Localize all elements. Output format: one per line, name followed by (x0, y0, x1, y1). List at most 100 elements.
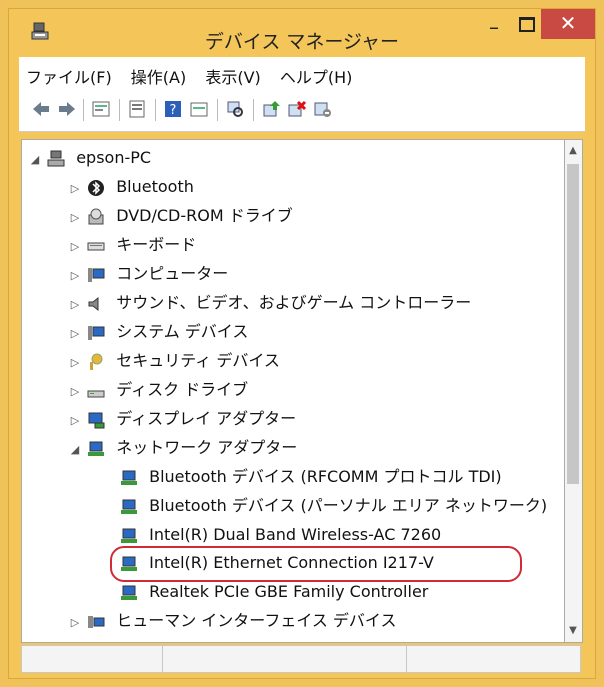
toolbar-separator (253, 99, 254, 121)
tree-item-label: コンピューター (116, 264, 229, 283)
update-driver-icon[interactable] (261, 99, 281, 119)
status-bar (21, 645, 581, 673)
network-adapter-realtek[interactable]: Realtek PCIe GBE Family Controller (120, 578, 428, 606)
network-adapter-icon (121, 528, 137, 543)
menu-view[interactable]: 表示(V) (198, 57, 267, 95)
network-adapter-icon (121, 585, 137, 600)
vertical-scrollbar[interactable]: ▲ ▼ (565, 139, 583, 643)
security-key-icon (90, 353, 103, 370)
tree-item-display[interactable]: ▷ ディスプレイ アダプター (68, 405, 296, 433)
toolbar: ? (19, 91, 585, 132)
disable-icon[interactable] (313, 99, 333, 119)
tree-item-label: ヒューマン インターフェイス デバイス (116, 611, 397, 630)
expand-icon[interactable]: ▷ (68, 407, 82, 435)
hid-icon (88, 615, 105, 628)
expand-icon[interactable]: ▷ (68, 204, 82, 232)
network-adapter-icon (88, 441, 105, 456)
display-adapter-icon (88, 412, 105, 428)
expand-icon[interactable]: ▷ (68, 291, 82, 319)
network-adapter-ethernet-intel[interactable]: Intel(R) Ethernet Connection I217-V (120, 549, 434, 577)
menu-action[interactable]: 操作(A) (124, 57, 193, 95)
network-adapter-icon (121, 470, 137, 485)
tree-item-bluetooth[interactable]: ▷ Bluetooth (68, 173, 194, 201)
minimize-button[interactable]: – (479, 15, 509, 45)
expand-icon[interactable]: ▷ (68, 609, 82, 637)
properties-icon[interactable] (91, 99, 111, 119)
window-frame: デバイス マネージャー – ✕ ファイル(F) 操作(A) 表示(V) ヘルプ(… (8, 8, 596, 679)
scrollbar-thumb[interactable] (567, 164, 579, 484)
maximize-icon (519, 17, 535, 32)
tree-root-label: epson-PC (76, 148, 152, 167)
title-bar[interactable]: デバイス マネージャー – ✕ (9, 9, 595, 57)
tree-item-label: Bluetooth デバイス (パーソナル エリア ネットワーク) (149, 496, 548, 515)
scroll-up-icon[interactable]: ▲ (568, 146, 578, 156)
expand-icon[interactable]: ▷ (68, 262, 82, 290)
toolbar-separator (217, 99, 218, 121)
dvd-drive-icon (88, 208, 104, 224)
tree-item-label: サウンド、ビデオ、およびゲーム コントローラー (116, 293, 472, 312)
uninstall-icon[interactable] (287, 99, 307, 119)
keyboard-icon (87, 242, 105, 250)
close-button[interactable]: ✕ (541, 9, 595, 39)
tree-item-label: ディスプレイ アダプター (116, 409, 297, 428)
tree-item-system[interactable]: ▷ システム デバイス (68, 318, 249, 348)
tree-item-label: ネットワーク アダプター (116, 438, 298, 457)
system-device-icon (88, 325, 105, 340)
collapse-icon[interactable]: ◢ (28, 146, 42, 174)
show-hidden-icon[interactable] (189, 99, 209, 119)
expand-icon[interactable]: ▷ (68, 175, 82, 203)
tree-item-label: キーボード (116, 235, 197, 254)
toolbar-separator (119, 99, 120, 121)
tree-item-label: Bluetooth (116, 177, 194, 196)
speaker-icon (88, 296, 99, 311)
collapse-icon[interactable]: ◢ (68, 436, 82, 464)
expand-icon[interactable]: ▷ (68, 320, 82, 348)
tree-item-label: システム デバイス (116, 322, 249, 341)
tree-item-hid[interactable]: ▷ ヒューマン インターフェイス デバイス (68, 607, 397, 637)
back-icon[interactable] (31, 99, 51, 119)
expand-icon[interactable]: ▷ (68, 233, 82, 261)
menu-bar: ファイル(F) 操作(A) 表示(V) ヘルプ(H) (19, 57, 585, 92)
scan-icon[interactable] (225, 99, 245, 119)
help-icon[interactable]: ? (163, 99, 183, 119)
tree-item-label: ディスク ドライブ (116, 380, 249, 399)
network-adapter-icon (121, 556, 137, 571)
device-tree[interactable]: ◢ epson-PC ▷ Bluetooth ▷ DVD/CD-ROM ドライブ… (21, 139, 565, 643)
maximize-button[interactable] (512, 17, 542, 47)
tree-item-label: Intel(R) Ethernet Connection I217-V (149, 553, 434, 572)
toolbar-separator (155, 99, 156, 121)
tree-item-label: Realtek PCIe GBE Family Controller (149, 582, 429, 601)
tree-item-computer[interactable]: ▷ コンピューター (68, 260, 228, 288)
device-manager-window: デバイス マネージャー – ✕ ファイル(F) 操作(A) 表示(V) ヘルプ(… (0, 0, 604, 687)
menu-help[interactable]: ヘルプ(H) (273, 57, 360, 95)
scroll-down-icon[interactable]: ▼ (568, 626, 578, 636)
svg-text:?: ? (170, 103, 177, 118)
network-adapter-pan[interactable]: Bluetooth デバイス (パーソナル エリア ネットワーク) (120, 492, 547, 520)
tree-item-disk[interactable]: ▷ ディスク ドライブ (68, 376, 248, 404)
bluetooth-icon (88, 179, 105, 196)
tree-item-keyboard[interactable]: ▷ キーボード (68, 231, 196, 259)
network-adapter-icon (121, 499, 137, 514)
expand-icon[interactable]: ▷ (68, 349, 82, 377)
tree-item-label: DVD/CD-ROM ドライブ (116, 206, 293, 225)
expand-icon[interactable]: ▷ (68, 378, 82, 406)
disk-drive-icon (87, 390, 105, 397)
forward-icon[interactable] (57, 99, 77, 119)
menu-file[interactable]: ファイル(F) (19, 57, 119, 95)
monitor-icon (88, 267, 105, 282)
status-cell (22, 646, 163, 672)
tree-root[interactable]: ◢ epson-PC (28, 144, 151, 172)
tree-item-label: Bluetooth デバイス (RFCOMM プロトコル TDI) (149, 467, 502, 486)
tree-item-network[interactable]: ◢ ネットワーク アダプター (68, 434, 298, 464)
toolbar-separator (83, 99, 84, 121)
console-icon[interactable] (127, 99, 147, 119)
tree-item-dvd[interactable]: ▷ DVD/CD-ROM ドライブ (68, 202, 293, 230)
tree-item-label: セキュリティ デバイス (116, 351, 280, 370)
tree-item-label: Intel(R) Dual Band Wireless-AC 7260 (149, 525, 442, 544)
computer-icon (47, 150, 65, 166)
network-adapter-wireless[interactable]: Intel(R) Dual Band Wireless-AC 7260 (120, 521, 441, 549)
status-cell (162, 646, 407, 672)
network-adapter-rfcomm[interactable]: Bluetooth デバイス (RFCOMM プロトコル TDI) (120, 463, 502, 491)
tree-item-sound[interactable]: ▷ サウンド、ビデオ、およびゲーム コントローラー (68, 289, 471, 317)
tree-item-security[interactable]: ▷ セキュリティ デバイス (68, 347, 280, 375)
